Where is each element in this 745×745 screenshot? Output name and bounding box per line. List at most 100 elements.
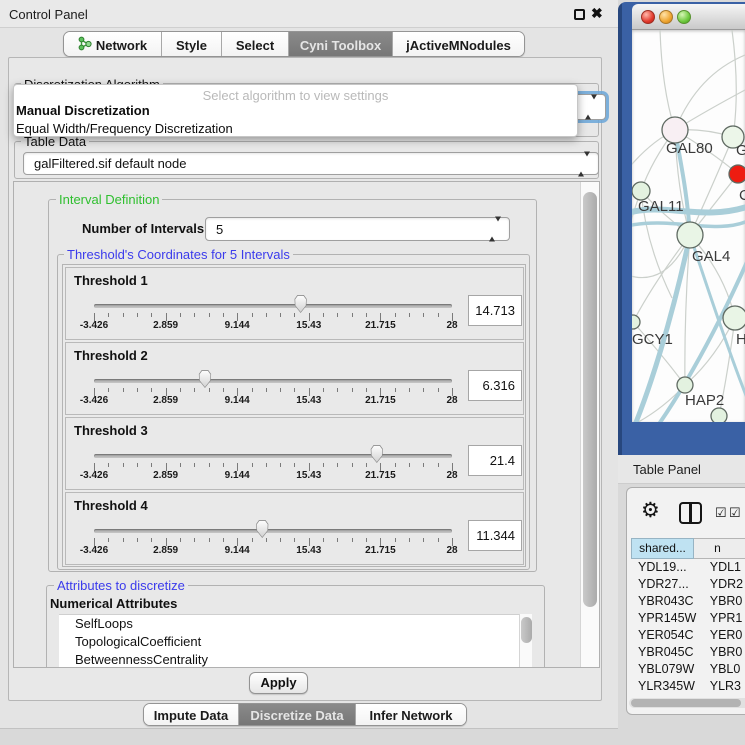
scale-label: 9.144 (213, 320, 261, 331)
attributes-list-scrollbar[interactable] (519, 614, 532, 668)
table-row[interactable]: YPR145WYPR1 (631, 610, 745, 627)
column-header-name[interactable]: n (694, 538, 745, 559)
tab-style[interactable]: Style (162, 32, 222, 57)
scale-label: 2.859 (142, 395, 190, 406)
table-data-combo[interactable]: galFiltered.sif default node (23, 152, 599, 175)
threshold-slider-track[interactable] (94, 529, 452, 533)
top-tab-strip: Network Style Select Cyni ToolboxjActiveMNo… (63, 31, 525, 57)
minor-tick (337, 313, 338, 317)
cell-name: YBL0 (706, 661, 745, 678)
column-header-shared[interactable]: shared... (631, 538, 694, 559)
network-canvas[interactable]: GAL80GACGAL11GAL4GCY1HHAP2 (632, 30, 745, 422)
network-node-label-ga: GA (736, 142, 745, 159)
algorithm-option-equal-width-frequency-discretization[interactable]: Equal Width/Frequency Discretization (16, 121, 233, 136)
minor-tick (352, 313, 353, 317)
attributes-list-scrollbar-thumb[interactable] (521, 617, 532, 643)
traffic-light-zoom-icon[interactable] (677, 10, 691, 24)
table-row[interactable]: YDR27...YDR2 (631, 576, 745, 593)
minor-tick (423, 313, 424, 317)
combo-arrows-icon (585, 100, 597, 115)
traffic-light-close-icon[interactable] (641, 10, 655, 24)
minor-tick (108, 538, 109, 542)
table-horizontal-scrollbar-thumb[interactable] (631, 699, 741, 707)
cell-shared-name: YDL19... (631, 559, 706, 576)
table-horizontal-scrollbar[interactable] (629, 698, 745, 708)
minor-tick (280, 538, 281, 542)
threshold-slider-track[interactable] (94, 454, 452, 458)
threshold-slider-track[interactable] (94, 304, 452, 308)
attribute-item-topologicalcoefficient[interactable]: TopologicalCoefficient (59, 633, 519, 651)
node-attribute-table: shared... n YDL19...YDL1YDR27...YDR2YBR0… (631, 538, 745, 698)
split-columns-icon[interactable] (679, 502, 702, 524)
scale-label: 21.715 (356, 545, 404, 556)
threshold-slider-track[interactable] (94, 379, 452, 383)
minor-tick (266, 463, 267, 467)
minor-tick (108, 388, 109, 392)
table-row[interactable]: YLR345WYLR3 (631, 678, 745, 695)
checkbox-icon-1[interactable]: ☑ (715, 506, 727, 519)
tab-discretize-data[interactable]: Discretize Data (239, 704, 356, 726)
threshold-value-field[interactable]: 21.4 (468, 445, 522, 476)
float-window-icon[interactable] (574, 9, 585, 20)
tab-label: Select (236, 38, 274, 53)
minor-tick (323, 463, 324, 467)
scale-label: 2.859 (142, 320, 190, 331)
attribute-item-selfloops[interactable]: SelfLoops (59, 615, 519, 633)
network-node[interactable] (677, 377, 693, 393)
minor-tick (151, 388, 152, 392)
cell-name: YPR1 (706, 610, 745, 627)
numerical-attributes-list[interactable]: SelfLoopsTopologicalCoefficientBetweenne… (59, 614, 519, 668)
combo-arrows-icon (489, 222, 501, 237)
tab-jactivemnodules[interactable]: jActiveMNodules (393, 32, 524, 57)
minor-tick (409, 463, 410, 467)
attribute-item-betweennesscentrality[interactable]: BetweennessCentrality (59, 651, 519, 668)
algorithm-option-manual-discretization[interactable]: Manual Discretization (16, 103, 150, 118)
network-node[interactable] (677, 222, 703, 248)
panel-vertical-scrollbar-thumb[interactable] (583, 192, 597, 607)
minor-tick (194, 313, 195, 317)
table-row[interactable]: YBR045CYBR0 (631, 644, 745, 661)
network-node-label-gal4: GAL4 (692, 248, 730, 265)
tab-network[interactable]: Network (64, 32, 162, 57)
network-node[interactable] (723, 306, 745, 330)
panel-vertical-scrollbar[interactable] (580, 182, 599, 668)
tab-infer-network[interactable]: Infer Network (356, 704, 466, 726)
network-node[interactable] (632, 315, 640, 329)
tab-select[interactable]: Select (222, 32, 289, 57)
close-icon[interactable]: ✖ (591, 5, 603, 22)
minor-tick (423, 538, 424, 542)
algorithm-dropdown-popup: Select algorithm to view settings Manual… (13, 84, 578, 137)
minor-tick (151, 538, 152, 542)
table-row[interactable]: YER054CYER0 (631, 627, 745, 644)
table-row[interactable]: YBR043CYBR0 (631, 593, 745, 610)
threshold-row-2: Threshold 2-3.4262.8599.14415.4321.71528… (65, 342, 524, 415)
tab-label: Network (96, 38, 147, 53)
scale-label: -3.426 (70, 395, 118, 406)
tab-impute-data[interactable]: Impute Data (144, 704, 239, 726)
minor-tick (223, 538, 224, 542)
minor-tick (180, 388, 181, 392)
network-node[interactable] (711, 408, 727, 422)
threshold-value-field[interactable]: 11.344 (468, 520, 522, 551)
apply-button[interactable]: Apply (249, 672, 308, 694)
checkbox-icon-2[interactable]: ☑ (729, 506, 741, 519)
gear-icon[interactable]: ⚙ (641, 500, 660, 521)
network-window-titlebar[interactable] (632, 4, 745, 30)
threshold-value-field[interactable]: 6.316 (468, 370, 522, 401)
traffic-light-minimize-icon[interactable] (659, 10, 673, 24)
table-panel-title: Table Panel (633, 462, 701, 477)
minor-tick (438, 313, 439, 317)
network-node-label-c: C (739, 187, 745, 204)
tab-cyni-toolbox[interactable]: Cyni Toolbox (289, 32, 393, 57)
table-row[interactable]: YDL19...YDL1 (631, 559, 745, 576)
minor-tick (223, 388, 224, 392)
threshold-value-field[interactable]: 14.713 (468, 295, 522, 326)
minor-tick (194, 538, 195, 542)
tab-label: Style (176, 38, 207, 53)
network-node[interactable] (729, 165, 745, 183)
threshold-label: Threshold 1 (74, 273, 148, 288)
scale-label: -3.426 (70, 320, 118, 331)
number-of-intervals-combo[interactable]: 5 (205, 217, 510, 241)
tab-label: Discretize Data (250, 708, 343, 723)
table-row[interactable]: YBL079WYBL0 (631, 661, 745, 678)
